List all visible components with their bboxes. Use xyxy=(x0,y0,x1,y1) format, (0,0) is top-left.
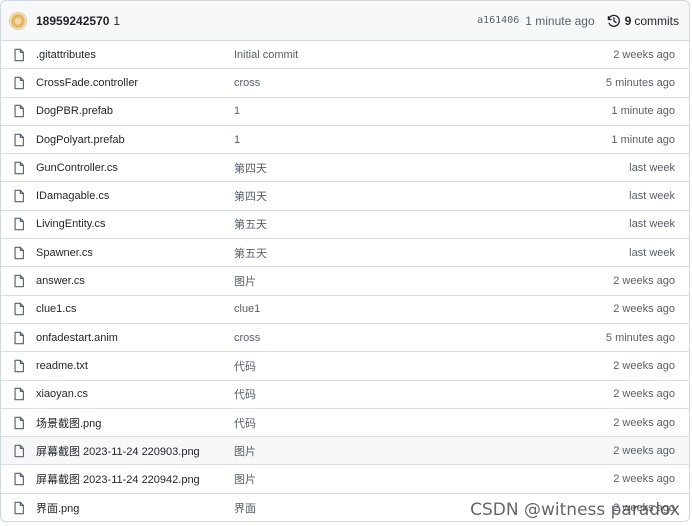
file-icon xyxy=(12,76,26,90)
file-icon xyxy=(12,274,26,288)
commits-label: commits xyxy=(634,13,679,28)
file-icon xyxy=(12,48,26,62)
file-icon xyxy=(12,331,26,345)
file-row[interactable]: answer.cs 图片 2 weeks ago xyxy=(1,267,689,296)
file-commit-time: last week xyxy=(629,218,675,231)
file-commit-message-link[interactable]: 图片 xyxy=(234,273,613,289)
file-row[interactable]: 屏幕截图 2023-11-24 220942.png 图片 2 weeks ago xyxy=(1,465,689,494)
file-icon xyxy=(12,501,26,515)
file-name-link[interactable]: DogPBR.prefab xyxy=(36,105,234,117)
file-icon xyxy=(12,217,26,231)
file-list: .gitattributes Initial commit 2 weeks ago C… xyxy=(1,41,689,521)
file-icon xyxy=(12,444,26,458)
file-row[interactable]: xiaoyan.cs 代码 2 weeks ago xyxy=(1,381,689,409)
file-commit-time: last week xyxy=(629,161,675,174)
file-icon xyxy=(12,359,26,373)
commit-author[interactable]: 18959242570 xyxy=(36,14,109,28)
file-row[interactable]: GunController.cs 第四天 last week xyxy=(1,154,689,183)
author-avatar[interactable] xyxy=(9,11,27,30)
file-commit-message-link[interactable]: 第五天 xyxy=(234,216,629,232)
file-commit-time: 2 weeks ago xyxy=(613,388,675,401)
file-name-link[interactable]: Spawner.cs xyxy=(36,247,234,259)
file-row[interactable]: 屏幕截图 2023-11-24 220903.png 图片 2 weeks ago xyxy=(1,437,689,466)
watermark: CSDN @witness paradox xyxy=(470,500,680,520)
file-commit-time: 2 weeks ago xyxy=(613,48,675,61)
file-commit-time: 2 weeks ago xyxy=(613,473,675,486)
file-commit-message-link[interactable]: cross xyxy=(234,332,606,344)
file-commit-message-link[interactable]: 第四天 xyxy=(234,160,629,176)
file-commit-time: 2 weeks ago xyxy=(613,416,675,429)
file-commit-time: 1 minute ago xyxy=(611,133,675,146)
file-row[interactable]: IDamagable.cs 第四天 last week xyxy=(1,182,689,211)
file-icon xyxy=(12,387,26,401)
file-name-link[interactable]: DogPolyart.prefab xyxy=(36,134,234,146)
history-icon xyxy=(607,14,620,27)
file-browser: 18959242570 1 a161406 1 minute ago 9 com… xyxy=(0,0,690,522)
file-name-link[interactable]: 屏幕截图 2023-11-24 220903.png xyxy=(36,443,234,459)
file-row[interactable]: LivingEntity.cs 第五天 last week xyxy=(1,211,689,240)
file-commit-message-link[interactable]: 代码 xyxy=(234,386,613,402)
file-name-link[interactable]: xiaoyan.cs xyxy=(36,388,234,400)
file-commit-message-link[interactable]: 代码 xyxy=(234,358,613,374)
file-icon xyxy=(12,246,26,260)
file-name-link[interactable]: IDamagable.cs xyxy=(36,190,234,202)
file-row[interactable]: DogPBR.prefab 1 1 minute ago xyxy=(1,98,689,126)
file-commit-time: 2 weeks ago xyxy=(613,444,675,457)
file-commit-time: 5 minutes ago xyxy=(605,331,675,344)
file-name-link[interactable]: clue1.cs xyxy=(36,303,234,315)
file-commit-message-link[interactable]: clue1 xyxy=(234,303,613,315)
file-name-link[interactable]: 屏幕截图 2023-11-24 220942.png xyxy=(36,471,234,487)
file-name-link[interactable]: CrossFade.controller xyxy=(36,77,234,89)
file-commit-time: 2 weeks ago xyxy=(613,303,675,316)
file-icon xyxy=(12,189,26,203)
file-row[interactable]: clue1.cs clue1 2 weeks ago xyxy=(1,296,689,324)
file-icon xyxy=(12,416,26,430)
file-name-link[interactable]: readme.txt xyxy=(36,360,234,372)
commit-message[interactable]: 1 xyxy=(113,14,120,28)
file-commit-time: 2 weeks ago xyxy=(613,359,675,372)
file-row[interactable]: CrossFade.controller cross 5 minutes ago xyxy=(1,69,689,98)
file-row[interactable]: .gitattributes Initial commit 2 weeks ago xyxy=(1,41,689,70)
file-row[interactable]: readme.txt 代码 2 weeks ago xyxy=(1,352,689,381)
commit-history-link[interactable]: 9 commits xyxy=(607,14,679,28)
file-row[interactable]: Spawner.cs 第五天 last week xyxy=(1,239,689,268)
file-name-link[interactable]: 场景截图.png xyxy=(36,415,234,431)
file-commit-message-link[interactable]: 代码 xyxy=(234,415,613,431)
file-commit-message-link[interactable]: 图片 xyxy=(234,471,613,487)
file-commit-message-link[interactable]: 1 xyxy=(234,134,611,146)
file-row[interactable]: onfadestart.anim cross 5 minutes ago xyxy=(1,324,689,353)
file-commit-time: 2 weeks ago xyxy=(613,275,675,288)
file-row[interactable]: DogPolyart.prefab 1 1 minute ago xyxy=(1,126,689,155)
file-icon xyxy=(12,104,26,118)
file-commit-time: last week xyxy=(629,246,675,259)
file-name-link[interactable]: answer.cs xyxy=(36,275,234,287)
file-commit-time: last week xyxy=(629,190,675,203)
file-commit-message-link[interactable]: 第四天 xyxy=(234,188,629,204)
file-icon xyxy=(12,472,26,486)
file-icon xyxy=(12,302,26,316)
file-name-link[interactable]: .gitattributes xyxy=(36,49,234,61)
commit-sha[interactable]: a161406 xyxy=(477,15,519,26)
file-name-link[interactable]: GunController.cs xyxy=(36,162,234,174)
file-icon xyxy=(12,133,26,147)
file-name-link[interactable]: 界面.png xyxy=(36,500,234,516)
file-icon xyxy=(12,161,26,175)
commits-count: 9 xyxy=(624,13,632,28)
commit-time: 1 minute ago xyxy=(525,13,595,28)
file-commit-message-link[interactable]: 图片 xyxy=(234,443,613,459)
file-row[interactable]: 场景截图.png 代码 2 weeks ago xyxy=(1,409,689,438)
file-commit-message-link[interactable]: 第五天 xyxy=(234,245,629,261)
file-commit-time: 1 minute ago xyxy=(611,105,675,118)
file-commit-message-link[interactable]: cross xyxy=(234,77,606,89)
file-name-link[interactable]: LivingEntity.cs xyxy=(36,218,234,230)
file-name-link[interactable]: onfadestart.anim xyxy=(36,332,234,344)
latest-commit-bar: 18959242570 1 a161406 1 minute ago 9 com… xyxy=(1,1,689,41)
file-commit-message-link[interactable]: 1 xyxy=(234,105,611,117)
file-commit-time: 5 minutes ago xyxy=(605,76,675,89)
file-commit-message-link[interactable]: Initial commit xyxy=(234,49,613,61)
